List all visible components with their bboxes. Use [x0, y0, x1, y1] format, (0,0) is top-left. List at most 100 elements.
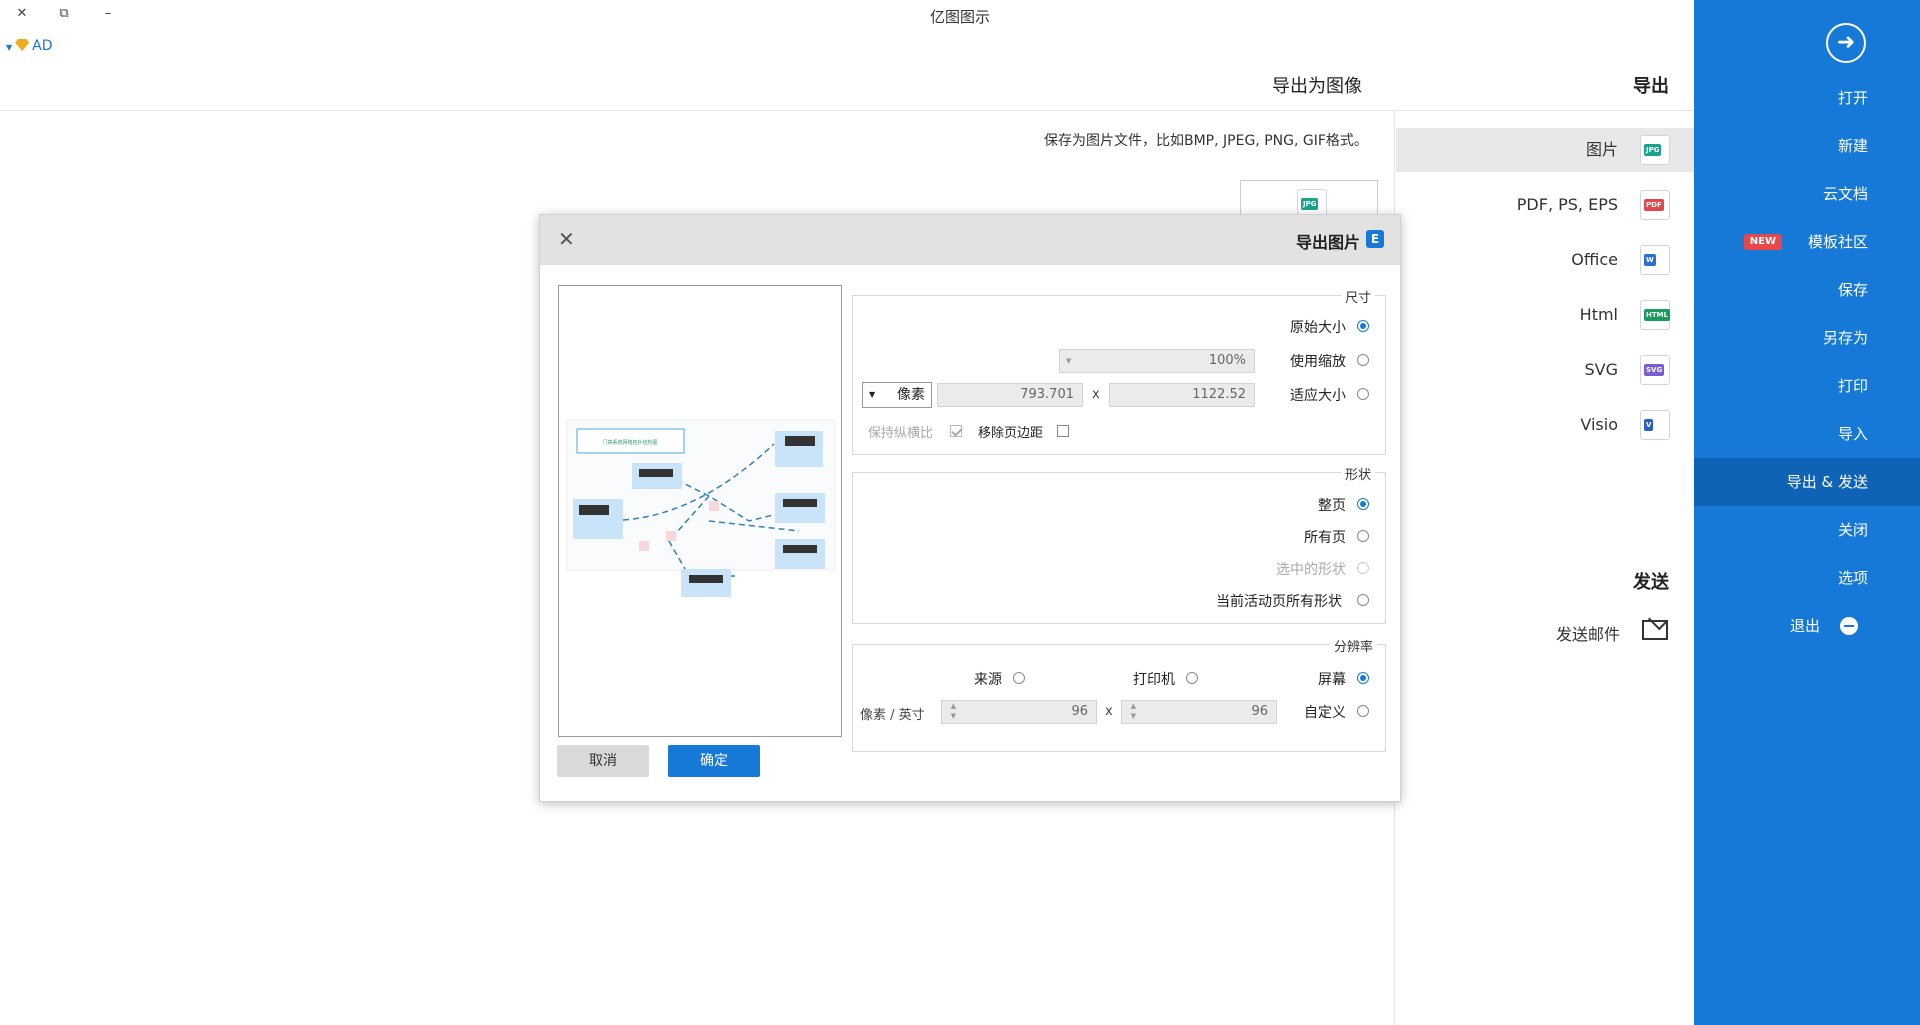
file-format-icon: HTML: [1640, 300, 1671, 330]
keep-ratio-checkbox[interactable]: [950, 425, 962, 437]
preview-note: 门禁系统网络拓扑结构图: [602, 439, 657, 446]
sidebar-item-label: 另存为: [1822, 329, 1868, 347]
sidebar-item-label: 导入: [1837, 425, 1868, 443]
all-pages-radio[interactable]: [1357, 530, 1369, 542]
dpi-unit-label: 像素 / 英寸: [860, 708, 925, 723]
zoom-select[interactable]: ▼ 100%: [1059, 349, 1255, 373]
export-image-dialog: ✕ 导出图片 E 门禁系统网络拓扑结构图 尺寸 原始大小 使用缩放 ▼ 100%…: [539, 214, 1401, 802]
source-radio[interactable]: [1013, 672, 1025, 684]
sidebar-item-10[interactable]: 选项: [1694, 554, 1920, 602]
selected-shapes-label: 选中的形状: [1276, 562, 1346, 578]
format-item-1[interactable]: PDF PDF, PS, EPS: [1396, 183, 1694, 227]
dpi-x-input[interactable]: ▲ ▼ 96: [1121, 700, 1277, 724]
size-group-title: 尺寸: [1341, 287, 1376, 306]
ad-button[interactable]: ▼ AD: [6, 38, 53, 54]
ok-button[interactable]: 确定: [668, 745, 760, 777]
sidebar-item-6[interactable]: 打印: [1694, 362, 1920, 410]
send-heading: 发送: [1633, 572, 1669, 593]
zoom-label: 使用缩放: [1290, 354, 1346, 370]
format-description: 保存为图片文件，比如BMP, JPEG, PNG, GIF格式。: [1044, 133, 1368, 149]
dropdown-arrow-icon: ▼: [1066, 357, 1072, 365]
app-title: 亿图图示: [929, 8, 990, 26]
back-arrow-icon[interactable]: ➜: [1826, 23, 1866, 63]
sidebar-item-label: 打印: [1837, 377, 1868, 395]
screen-radio[interactable]: [1357, 672, 1369, 684]
export-image-heading: 导出为图像: [1272, 76, 1362, 97]
height-input[interactable]: 793.701: [937, 383, 1083, 407]
sidebar-item-1[interactable]: 新建: [1694, 122, 1920, 170]
cancel-button[interactable]: 取消: [557, 745, 649, 777]
send-email-button[interactable]: 发送邮件: [1540, 616, 1690, 646]
sidebar-item-label: 模板社区: [1807, 233, 1868, 251]
format-label: Html: [1579, 305, 1618, 324]
file-format-icon: PDF: [1640, 190, 1670, 220]
format-item-2[interactable]: W Office: [1396, 238, 1694, 282]
sidebar-item-11[interactable]: 退出: [1694, 602, 1920, 650]
screen-label: 屏幕: [1318, 672, 1346, 688]
remove-margin-checkbox[interactable]: [1057, 425, 1069, 437]
format-item-5[interactable]: V Visio: [1396, 403, 1694, 447]
format-item-4[interactable]: SVG SVG: [1396, 348, 1694, 392]
all-pages-label: 所有页: [1304, 530, 1346, 546]
sidebar-item-label: 打开: [1837, 89, 1868, 107]
diamond-icon: [15, 39, 30, 51]
sidebar-item-0[interactable]: 打开: [1694, 74, 1920, 122]
dialog-title: 导出图片: [1295, 233, 1360, 252]
file-format-icon: SVG: [1640, 355, 1670, 385]
sidebar-item-9[interactable]: 关闭: [1694, 506, 1920, 554]
resolution-group: [852, 644, 1386, 752]
sidebar-item-label: 新建: [1837, 137, 1868, 155]
sidebar-item-7[interactable]: 导入: [1694, 410, 1920, 458]
stepper-arrows-icon[interactable]: ▲ ▼: [1126, 701, 1136, 723]
file-format-icon: W: [1640, 245, 1670, 275]
sidebar-item-label: 关闭: [1837, 521, 1868, 539]
new-badge: NEW: [1743, 234, 1782, 250]
sidebar-item-label: 云文档: [1822, 185, 1868, 203]
format-item-0[interactable]: JPG 图片: [1396, 128, 1694, 172]
dropdown-arrow-icon: ▼: [6, 43, 13, 52]
divider: [0, 110, 1694, 111]
sidebar-item-label: 选项: [1837, 569, 1868, 587]
app-logo-icon: E: [1366, 230, 1384, 248]
unit-select[interactable]: ▼ 像素: [862, 382, 932, 408]
sidebar-item-5[interactable]: 另存为: [1694, 314, 1920, 362]
file-format-icon: JPG: [1640, 135, 1670, 165]
fit-size-radio[interactable]: [1357, 388, 1369, 400]
current-page-shapes-radio[interactable]: [1357, 594, 1369, 606]
send-email-label: 发送邮件: [1555, 625, 1620, 644]
format-label: PDF, PS, EPS: [1516, 195, 1618, 214]
format-label: Office: [1571, 250, 1618, 269]
printer-label: 打印机: [1133, 672, 1175, 688]
source-label: 来源: [974, 672, 1002, 688]
printer-radio[interactable]: [1186, 672, 1198, 684]
close-icon[interactable]: ✕: [558, 227, 575, 251]
original-size-radio[interactable]: [1357, 320, 1369, 332]
original-size-label: 原始大小: [1290, 320, 1346, 336]
format-label: Visio: [1580, 415, 1618, 434]
stepper-arrows-icon[interactable]: ▲ ▼: [946, 701, 956, 723]
format-item-3[interactable]: HTML Html: [1396, 293, 1694, 337]
exit-icon: [1840, 617, 1858, 635]
fit-size-label: 适应大小: [1290, 388, 1346, 404]
sidebar-item-2[interactable]: 云文档: [1694, 170, 1920, 218]
zoom-radio[interactable]: [1357, 354, 1369, 366]
resolution-group-title: 分辨率: [1330, 636, 1378, 655]
width-input[interactable]: 1122.52: [1109, 383, 1255, 407]
preview-diagram: 门禁系统网络拓扑结构图: [566, 419, 836, 597]
sidebar-item-8[interactable]: 导出 & 发送: [1694, 458, 1920, 506]
ad-label: AD: [32, 38, 53, 54]
whole-page-label: 整页: [1318, 498, 1346, 514]
custom-radio[interactable]: [1357, 705, 1369, 717]
dpi-y-input[interactable]: ▲ ▼ 96: [941, 700, 1097, 724]
dialog-header: ✕ 导出图片 E: [540, 215, 1400, 265]
export-heading: 导出: [1633, 76, 1669, 97]
sidebar-item-3[interactable]: 模板社区 NEW: [1694, 218, 1920, 266]
sidebar-item-label: 导出 & 发送: [1786, 473, 1868, 491]
format-label: SVG: [1584, 360, 1619, 379]
dpi-x-separator: x: [1105, 704, 1113, 719]
whole-page-radio[interactable]: [1357, 498, 1369, 510]
remove-margin-label: 移除页边距: [978, 426, 1044, 441]
sidebar-item-4[interactable]: 保存: [1694, 266, 1920, 314]
current-page-shapes-label: 当前活动页所有形状: [1216, 594, 1342, 610]
selected-shapes-radio[interactable]: [1357, 562, 1369, 574]
